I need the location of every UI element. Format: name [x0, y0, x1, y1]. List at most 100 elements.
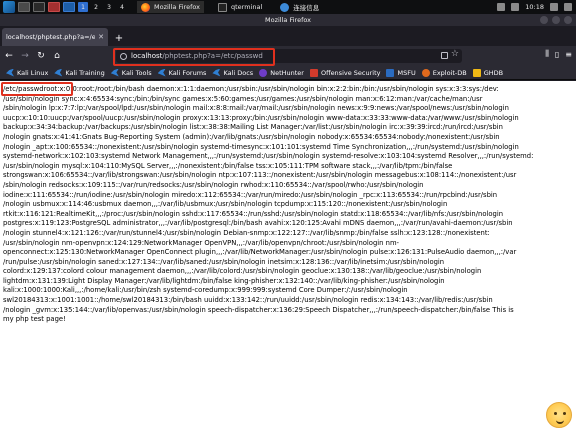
- passwd-line: /nologin usbmux:x:114:46:usbmux daemon,,…: [3, 200, 448, 209]
- passwd-line: strongswan:x:106:65534::/var/lib/strongs…: [3, 171, 517, 180]
- window-title-bar: Mozilla Firefox: [0, 14, 576, 26]
- bookmark-label: Kali Docs: [223, 68, 254, 77]
- passwd-line: /usr/sbin/nologin sync:x:4:65534:sync:/b…: [3, 94, 483, 103]
- forward-button[interactable]: →: [18, 49, 32, 63]
- task-connection-label: 连接信息: [293, 4, 320, 12]
- terminal-launcher-icon[interactable]: [33, 2, 45, 12]
- passwd-line: kali:x:1000:1000:Kali,,,:/home/kali:/usr…: [3, 286, 408, 295]
- library-icon[interactable]: ⫼: [545, 49, 549, 59]
- passwd-line: /nologin gnats:x:41:41:Gnats Bug-Reporti…: [3, 132, 500, 141]
- nethunter-icon: [259, 68, 268, 77]
- bookmark-ghdb[interactable]: GHDB: [472, 68, 504, 77]
- bookmark-label: Kali Tools: [121, 68, 152, 77]
- task-firefox[interactable]: Mozilla Firefox: [137, 1, 204, 13]
- bookmark-exploit-db[interactable]: Exploit-DB: [421, 68, 467, 77]
- passwd-line: /usr/sbin/nologin nm-openvpn:x:124:129:N…: [3, 238, 400, 247]
- site-info-icon[interactable]: [120, 52, 127, 60]
- bookmark-kali-linux[interactable]: Kali Linux: [6, 68, 48, 77]
- passwd-line: /sbin/nologin redsocks:x:109:115::/var/r…: [3, 180, 424, 189]
- network-icon[interactable]: [497, 3, 506, 11]
- bookmark-kali-training[interactable]: Kali Training: [54, 68, 105, 77]
- passwd-line: /nologin _gvm:x:135:144::/var/lib/openva…: [3, 305, 514, 314]
- window-title: Mozilla Firefox: [265, 16, 311, 24]
- passwd-line: systemd-network:x:102:103:systemd Networ…: [3, 152, 534, 161]
- workspace-3[interactable]: 3: [104, 2, 114, 12]
- bookmark-label: GHDB: [483, 68, 504, 77]
- ghdb-icon: [472, 68, 481, 77]
- volume-icon[interactable]: [511, 3, 520, 11]
- file-manager-launcher-icon[interactable]: [48, 2, 60, 12]
- terminal-icon: [217, 2, 227, 12]
- passwd-line: postgres:x:119:123:PostgreSQL administra…: [3, 219, 513, 228]
- lock-screen-icon[interactable]: [550, 3, 558, 11]
- kali-icon: [54, 68, 63, 77]
- reader-view-icon[interactable]: [441, 52, 448, 59]
- tab-label: localhost/phptest.php?a=/etc: [6, 33, 96, 41]
- navigation-bar: ← → ↻ ⌂ localhost/phptest.php?a=/etc/pas…: [0, 46, 576, 66]
- close-tab-icon[interactable]: ✕: [98, 33, 104, 41]
- passwd-highlight-box: [1, 82, 73, 96]
- task-qterminal-label: qterminal: [230, 3, 263, 11]
- new-tab-button[interactable]: +: [112, 30, 126, 46]
- minimize-button[interactable]: [540, 16, 548, 24]
- panel-tray: 10:18: [497, 0, 572, 14]
- passwd-line: /sbin/nologin lp:x:7:7:lp:/var/spool/lpd…: [3, 104, 509, 113]
- passwd-line: rtkit:x:116:121:RealtimeKit,,,:/proc:/us…: [3, 209, 504, 218]
- kali-icon: [212, 68, 221, 77]
- offensive-security-icon: [309, 68, 318, 77]
- back-button[interactable]: ←: [2, 49, 16, 63]
- maximize-button[interactable]: [552, 16, 560, 24]
- bookmark-kali-forums[interactable]: Kali Forums: [157, 68, 207, 77]
- page-content: /etc/passwdroot:x:0:0:root:/root:/bin/ba…: [0, 81, 576, 432]
- passwd-line: iodine:x:111:65534::/run/iodine:/usr/sbi…: [3, 190, 498, 199]
- bookmark-nethunter[interactable]: NetHunter: [259, 68, 304, 77]
- msfu-icon: [386, 68, 395, 77]
- url-path: /phptest.php?a=/etc/passwd: [162, 52, 263, 60]
- bookmark-offensive-security[interactable]: Offensive Security: [309, 68, 381, 77]
- home-button[interactable]: ⌂: [50, 49, 64, 63]
- kali-icon: [6, 68, 14, 77]
- power-icon[interactable]: [564, 3, 572, 11]
- bookmarks-toolbar: Kali Linux Kali Training Kali Tools Kali…: [0, 66, 576, 80]
- tab-bar: localhost/phptest.php?a=/etc ✕ +: [0, 26, 576, 46]
- show-desktop-icon[interactable]: [18, 2, 30, 12]
- bookmark-kali-docs[interactable]: Kali Docs: [212, 68, 254, 77]
- passwd-line: swl20184313:x:1001:1001::/home/swl201843…: [3, 296, 493, 305]
- exploit-db-icon: [421, 68, 430, 77]
- bookmark-label: Kali Forums: [168, 68, 207, 77]
- bookmark-label: Exploit-DB: [432, 68, 467, 77]
- menu-icon[interactable]: ≡: [565, 50, 572, 59]
- passwd-line: colord:x:129:137:colord colour managemen…: [3, 267, 482, 276]
- bookmark-label: Offensive Security: [320, 68, 381, 77]
- connection-icon: [280, 2, 290, 12]
- passwd-line: my php test page!: [3, 315, 66, 324]
- passwd-line: /nologin stunnel4:x:121:126::/var/run/st…: [3, 228, 490, 237]
- smiley-watermark-icon: [546, 402, 572, 428]
- workspace-1[interactable]: 1: [78, 2, 88, 12]
- reload-button[interactable]: ↻: [34, 49, 48, 63]
- task-qterminal[interactable]: qterminal: [214, 1, 266, 13]
- kali-icon: [157, 68, 166, 77]
- url-bar[interactable]: localhost/phptest.php?a=/etc/passwd ☆: [116, 49, 462, 63]
- bookmark-label: Kali Training: [65, 68, 105, 77]
- url-host: localhost: [131, 52, 163, 60]
- bookmark-star-icon[interactable]: ☆: [451, 49, 459, 59]
- passwd-line: lightdm:x:131:139:Light Display Manager:…: [3, 276, 445, 285]
- browser-launcher-icon[interactable]: [63, 2, 75, 12]
- passwd-output: /etc/passwdroot:x:0:0:root:/root:/bin/ba…: [3, 85, 573, 325]
- passwd-line: uucp:x:10:10:uucp:/var/spool/uucp:/usr/s…: [3, 113, 519, 122]
- bookmark-msfu[interactable]: MSFU: [386, 68, 416, 77]
- close-window-button[interactable]: [564, 16, 572, 24]
- kali-menu-icon[interactable]: [3, 1, 15, 13]
- bookmark-label: NetHunter: [270, 68, 304, 77]
- tab-phptest[interactable]: localhost/phptest.php?a=/etc ✕: [2, 28, 108, 46]
- task-connection-info[interactable]: 连接信息: [276, 1, 323, 13]
- bookmark-kali-tools[interactable]: Kali Tools: [110, 68, 152, 77]
- top-panel: 1 2 3 4 Mozilla Firefox qterminal 连接信息 1…: [0, 0, 576, 14]
- toolbar-right: ⫼ ▯ ≡: [545, 49, 572, 59]
- workspace-4[interactable]: 4: [117, 2, 127, 12]
- passwd-line: /run/pulse:/usr/sbin/nologin saned:x:127…: [3, 257, 445, 266]
- workspace-2[interactable]: 2: [91, 2, 101, 12]
- firefox-icon: [141, 2, 150, 12]
- sidebar-icon[interactable]: ▯: [555, 50, 559, 59]
